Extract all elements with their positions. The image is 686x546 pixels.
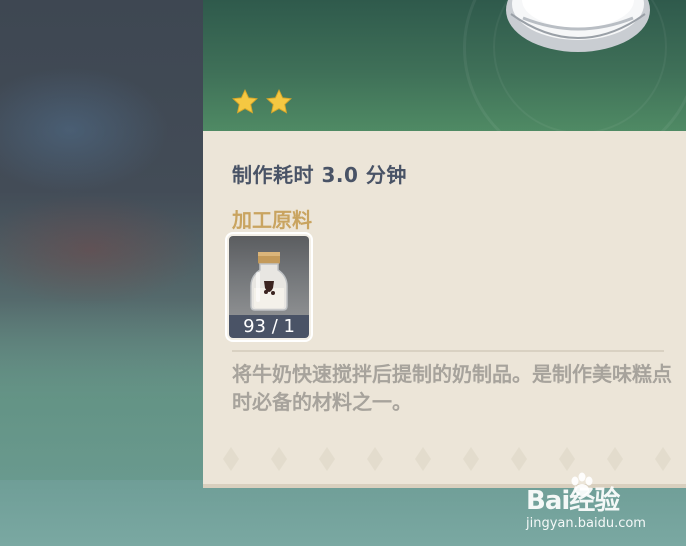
baidu-watermark: Bai经验 jingyan.baidu.com [520,472,680,542]
craft-time-label: 制作耗时 3.0 分钟 [232,163,407,187]
milk-bottle-icon [250,252,288,311]
item-header [203,0,686,131]
material-slot[interactable]: 93 / 1 [227,234,311,340]
star-icon [232,89,258,114]
star-icon [266,89,292,114]
material-art [229,236,309,315]
item-detail-body: 制作耗时 3.0 分钟 加工原料 93 / 1 将牛奶快速搅拌后提制的奶制品。是… [203,131,686,486]
cream-bowl-icon [506,0,650,52]
watermark-url: jingyan.baidu.com [526,516,646,531]
item-description: 将牛奶快速搅拌后提制的奶制品。是制作美味糕点时必备的材料之一。 [232,362,672,414]
rarity-stars [231,88,293,116]
section-divider [232,350,664,352]
materials-title: 加工原料 [232,208,312,232]
watermark-logo: Bai经验 [526,486,620,516]
material-count: 93 / 1 [229,315,309,338]
